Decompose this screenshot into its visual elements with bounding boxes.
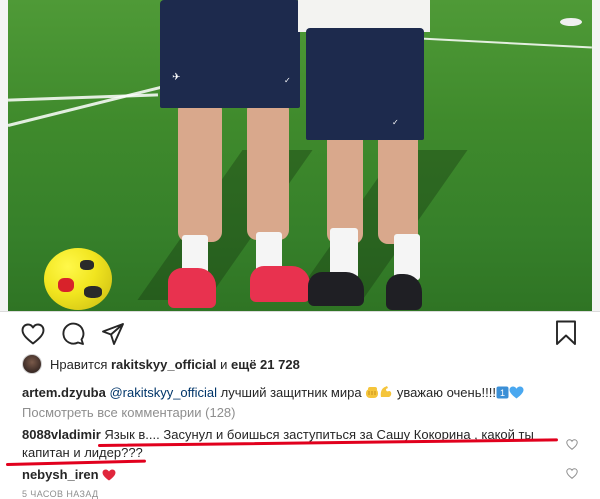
right-player-shorts: ✓ (306, 28, 424, 140)
caption: artem.dzyuba @rakitskyy_official лучший … (22, 384, 524, 403)
comment-author[interactable]: 8088vladimir (22, 427, 101, 442)
likes-middle: и (216, 356, 231, 372)
cone (560, 18, 582, 26)
boot (386, 274, 422, 310)
comment-like-icon[interactable] (566, 466, 578, 479)
comment-author[interactable]: nebysh_iren (22, 467, 99, 482)
caption-text-2: уважаю очень!!!! (393, 385, 496, 400)
caption-mention[interactable]: @rakitskyy_official (109, 385, 217, 400)
fist-emoji-icon (365, 386, 379, 403)
caption-author[interactable]: artem.dzyuba (22, 385, 106, 400)
likes-count[interactable]: ещё 21 728 (231, 357, 300, 372)
ball-patch (58, 278, 74, 292)
field-line (7, 84, 169, 127)
comment-icon[interactable] (60, 321, 86, 347)
share-icon[interactable] (100, 321, 126, 347)
frame-edge-left (0, 0, 8, 311)
brand-logo: ✓ (284, 76, 291, 85)
comment-item: nebysh_iren (22, 466, 116, 485)
frame-edge-right (592, 0, 600, 311)
avatar[interactable] (22, 354, 42, 374)
caption-text: лучший защитник мира (217, 385, 366, 400)
boot (168, 268, 216, 308)
bookmark-icon[interactable] (554, 320, 578, 346)
action-bar (20, 320, 126, 348)
football (44, 248, 112, 310)
blue-heart-emoji-icon (509, 386, 524, 403)
club-logo: ✈ (172, 72, 181, 83)
field-line (420, 37, 592, 49)
heart-icon[interactable] (20, 321, 46, 347)
sock (330, 228, 358, 278)
post-photo[interactable]: ✈ ✓ ✓ (0, 0, 600, 311)
left-player-leg (247, 100, 289, 240)
red-heart-emoji-icon (102, 468, 116, 485)
svg-text:1: 1 (500, 388, 505, 398)
left-player-shorts: ✈ ✓ (160, 0, 300, 108)
boot (250, 266, 310, 302)
ball-patch (80, 260, 94, 270)
likes-prefix: Нравится (50, 356, 111, 372)
divider (0, 311, 600, 312)
left-player-leg (178, 100, 222, 242)
view-all-comments-link[interactable]: Посмотреть все комментарии (128) (22, 405, 235, 420)
brand-logo: ✓ (392, 118, 399, 127)
comment-like-icon[interactable] (566, 437, 578, 450)
muscle-emoji-icon (379, 385, 393, 403)
likes-row: Нравится rakitskyy_official и ещё 21 728 (22, 353, 300, 375)
ball-patch (84, 286, 102, 298)
liked-by-user[interactable]: rakitskyy_official (111, 357, 217, 372)
number-one-emoji-icon: 1 (496, 386, 509, 403)
boot (308, 272, 364, 306)
